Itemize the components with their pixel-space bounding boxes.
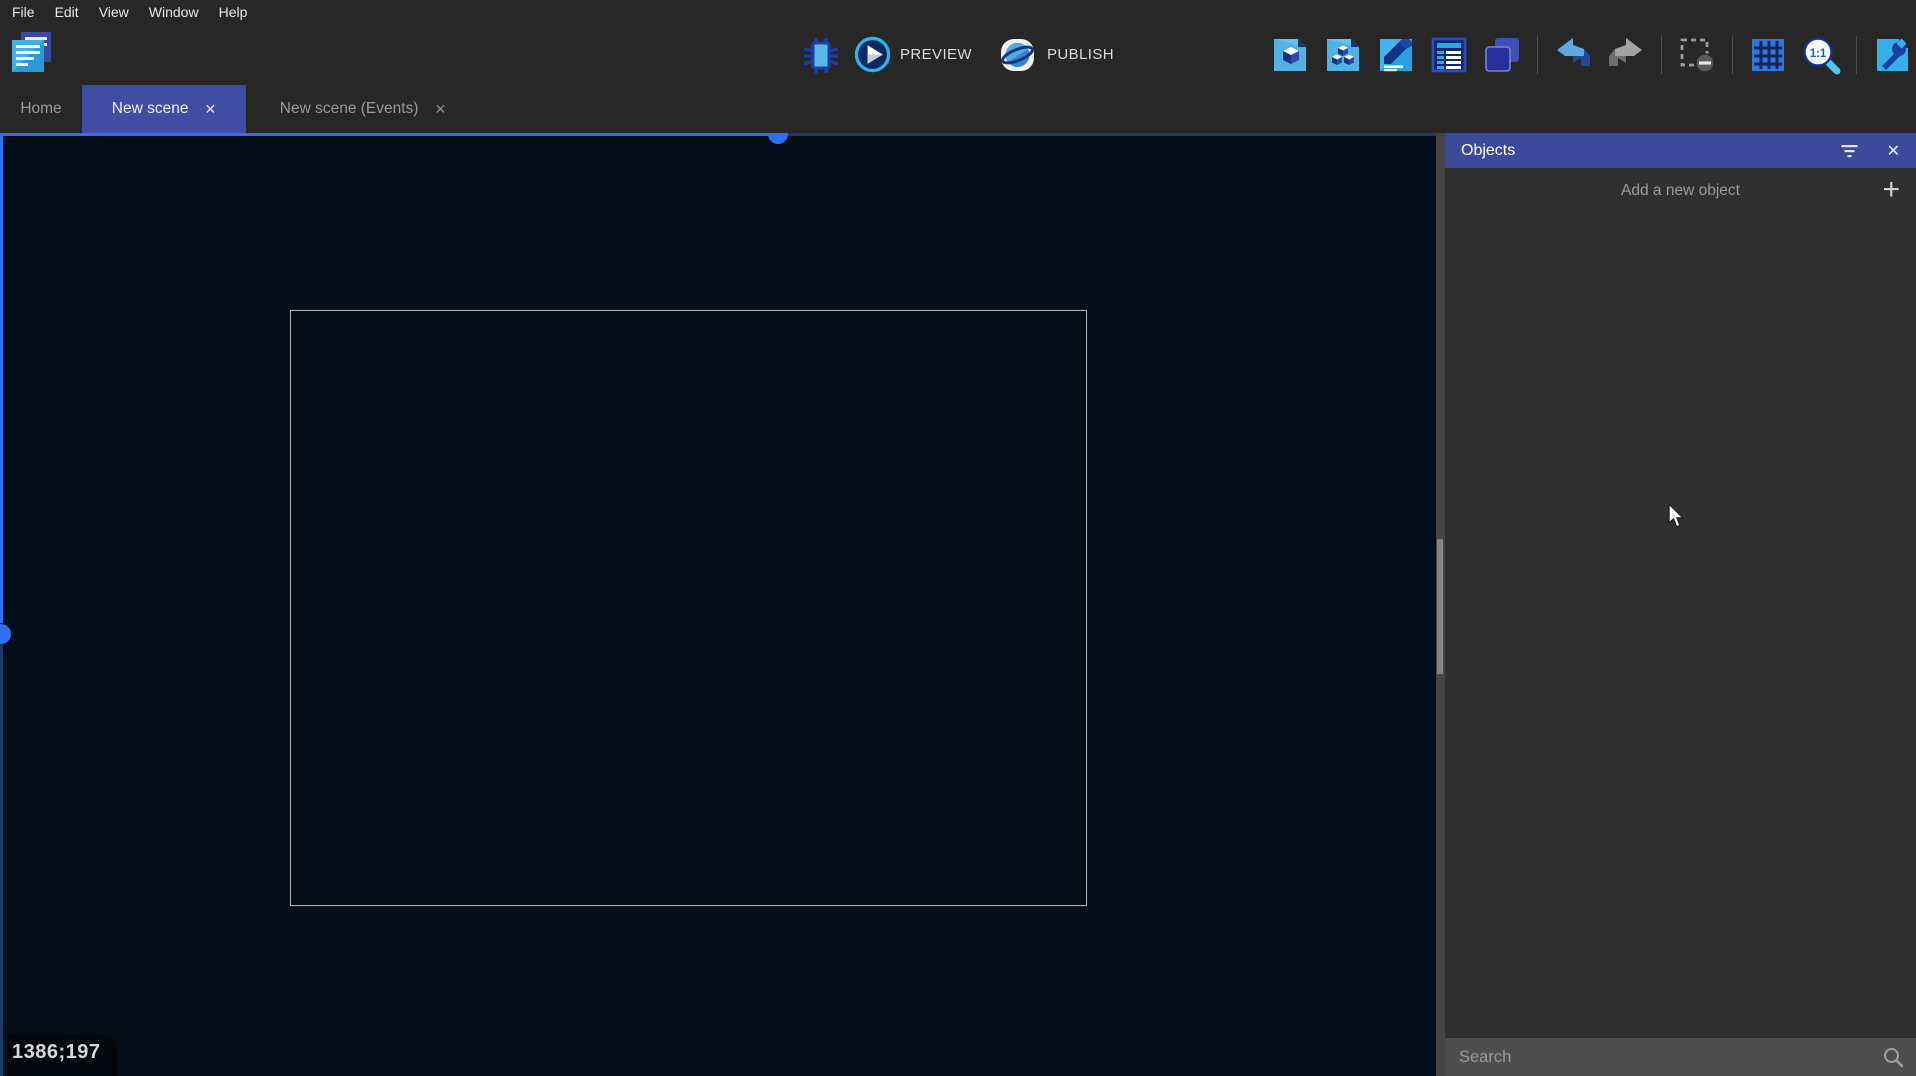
horizontal-scrollbar-thumb[interactable] bbox=[768, 133, 788, 144]
horizontal-scrollbar[interactable] bbox=[0, 133, 770, 136]
tab-label: New scene bbox=[112, 100, 189, 118]
debugger-icon[interactable] bbox=[800, 34, 842, 76]
add-object-row[interactable]: Add a new object + bbox=[1445, 168, 1916, 214]
add-object-plus-icon[interactable]: + bbox=[1882, 172, 1900, 208]
deselect-mask-icon[interactable] bbox=[1677, 35, 1717, 75]
panel-gutter-scrollbar[interactable] bbox=[1436, 133, 1445, 1076]
tab-label: Home bbox=[20, 100, 61, 118]
search-icon bbox=[1882, 1046, 1904, 1068]
preview-button[interactable]: PREVIEW bbox=[854, 36, 972, 73]
grid-icon[interactable] bbox=[1748, 35, 1788, 75]
publish-label: PUBLISH bbox=[1047, 46, 1114, 63]
toolbar-separator bbox=[1856, 36, 1857, 74]
object-groups-icon[interactable] bbox=[1323, 35, 1363, 75]
tab-label: New scene (Events) bbox=[280, 100, 419, 118]
object-search-bar bbox=[1445, 1038, 1916, 1076]
run-controls: PREVIEW PUBLISH bbox=[800, 24, 1114, 85]
menu-bar: File Edit View Window Help bbox=[0, 0, 1916, 24]
objects-editor-icon[interactable] bbox=[1270, 35, 1310, 75]
cursor-coordinates: 1386;197 bbox=[8, 1035, 117, 1076]
game-window-frame bbox=[290, 310, 1087, 906]
menu-file[interactable]: File bbox=[2, 1, 45, 23]
undo-icon[interactable] bbox=[1553, 35, 1593, 75]
filter-icon[interactable] bbox=[1840, 144, 1859, 158]
toolbar-separator bbox=[1732, 36, 1733, 74]
layers-icon[interactable] bbox=[1482, 35, 1522, 75]
vertical-scrollbar-thumb[interactable] bbox=[0, 624, 11, 644]
menu-edit[interactable]: Edit bbox=[45, 1, 89, 23]
vertical-scrollbar-track[interactable] bbox=[0, 644, 3, 1076]
scene-editor-canvas[interactable]: 1386;197 bbox=[0, 133, 1436, 1076]
objects-panel-header: Objects ✕ bbox=[1445, 133, 1916, 168]
instances-list-icon[interactable] bbox=[1429, 35, 1469, 75]
add-object-label: Add a new object bbox=[1621, 182, 1740, 200]
objects-panel-title: Objects bbox=[1461, 142, 1840, 160]
publish-globe-icon bbox=[998, 35, 1038, 75]
vertical-scrollbar[interactable] bbox=[0, 133, 3, 623]
project-manager-icon[interactable] bbox=[8, 29, 56, 77]
tab-bar: Home New scene ✕ New scene (Events) ✕ bbox=[0, 85, 1916, 133]
menu-help[interactable]: Help bbox=[209, 1, 258, 23]
tab-new-scene[interactable]: New scene ✕ bbox=[82, 85, 246, 133]
main-toolbar: PREVIEW PUBLISH bbox=[0, 24, 1916, 85]
close-panel-icon[interactable]: ✕ bbox=[1887, 141, 1900, 161]
menu-window[interactable]: Window bbox=[139, 1, 209, 23]
play-icon bbox=[854, 36, 891, 73]
toolbar-separator bbox=[1661, 36, 1662, 74]
object-search-input[interactable] bbox=[1445, 1048, 1882, 1067]
properties-icon[interactable] bbox=[1376, 35, 1416, 75]
toolbar-separator bbox=[1537, 36, 1538, 74]
horizontal-scrollbar-track[interactable] bbox=[788, 133, 1436, 136]
tab-home[interactable]: Home bbox=[0, 85, 82, 133]
tab-close-icon[interactable]: ✕ bbox=[204, 101, 216, 118]
svg-text:1:1: 1:1 bbox=[1810, 48, 1827, 60]
redo-icon[interactable] bbox=[1606, 35, 1646, 75]
editor-toolbar-icons: 1:1 bbox=[1270, 24, 1912, 85]
objects-panel: Objects ✕ Add a new object + bbox=[1445, 133, 1916, 1076]
menu-view[interactable]: View bbox=[89, 1, 139, 23]
gutter-scrollbar-thumb[interactable] bbox=[1437, 539, 1443, 674]
project-settings-icon[interactable] bbox=[1872, 35, 1912, 75]
preview-label: PREVIEW bbox=[900, 46, 972, 63]
tab-new-scene-events[interactable]: New scene (Events) ✕ bbox=[246, 85, 480, 133]
publish-button[interactable]: PUBLISH bbox=[998, 35, 1114, 75]
tab-close-icon[interactable]: ✕ bbox=[434, 101, 446, 118]
zoom-original-icon[interactable]: 1:1 bbox=[1801, 35, 1841, 75]
